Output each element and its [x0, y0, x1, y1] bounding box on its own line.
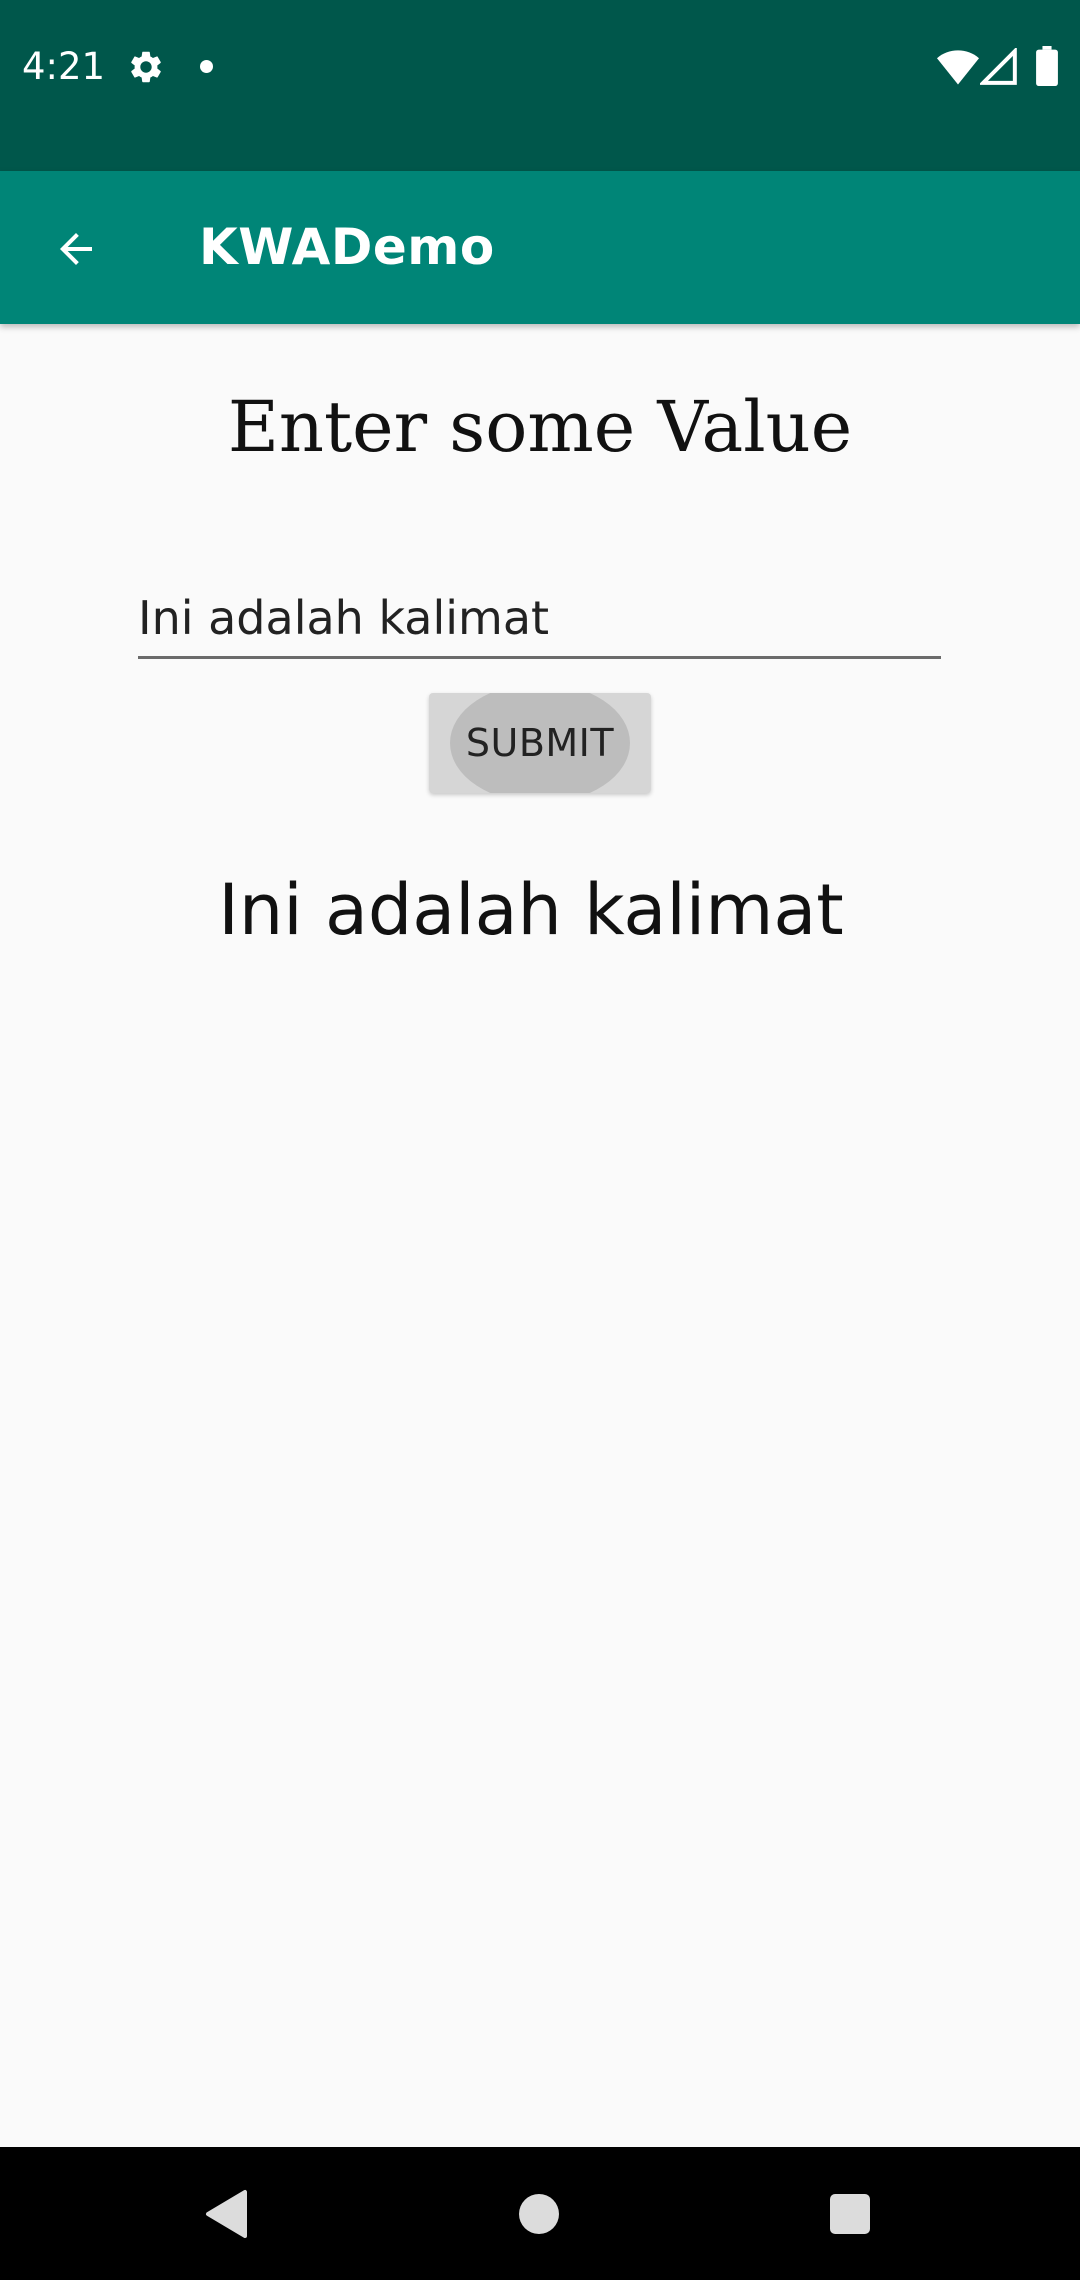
gear-icon [131, 51, 161, 83]
notification-dot-icon [200, 60, 213, 73]
nav-recents-icon[interactable] [830, 2194, 870, 2234]
result-text: Ini adalah kalimat [218, 869, 844, 951]
app-title: KWADemo [199, 218, 495, 276]
status-bar: 4:21 [0, 0, 1080, 171]
back-button[interactable] [36, 209, 116, 289]
app-bar: KWADemo [0, 171, 1080, 324]
wifi-icon [937, 50, 979, 85]
signal-icon [980, 48, 1017, 85]
battery-icon [1036, 46, 1058, 86]
nav-home-icon[interactable] [519, 2194, 559, 2234]
arrow-back-icon [60, 233, 92, 265]
submit-button[interactable]: SUBMIT [429, 693, 651, 793]
page-heading: Enter some Value [227, 386, 853, 468]
value-input[interactable] [138, 580, 941, 659]
navigation-bar [0, 2147, 1080, 2280]
nav-back-icon[interactable] [205, 2189, 249, 2239]
status-time: 4:21 [22, 45, 106, 88]
submit-button-label: SUBMIT [465, 721, 615, 765]
